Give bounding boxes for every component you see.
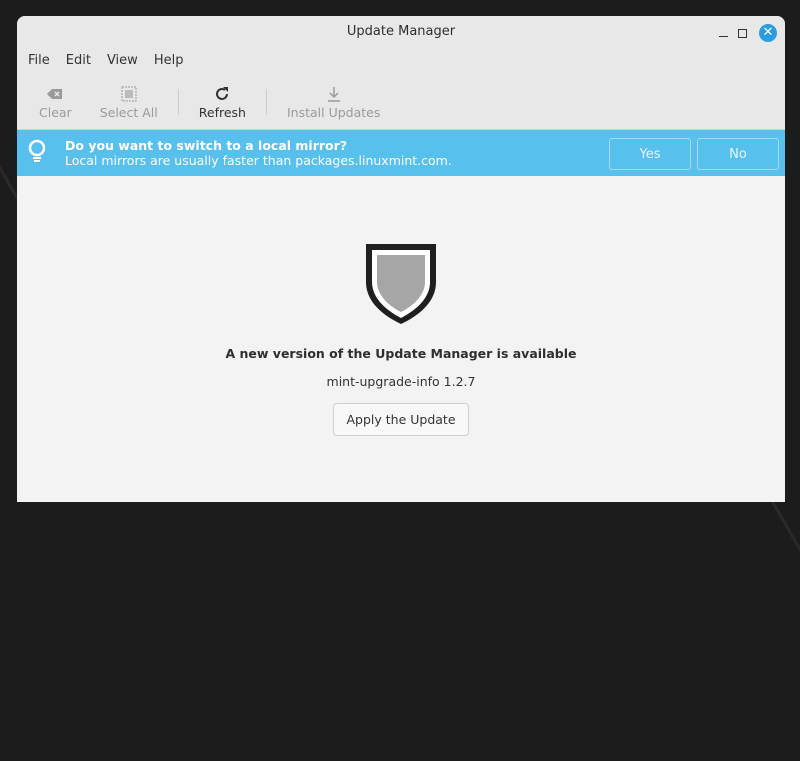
- minimize-button[interactable]: [714, 24, 732, 42]
- menu-help[interactable]: Help: [146, 50, 192, 74]
- update-manager-window: Update Manager ✕ File Edit View Help Cle…: [17, 16, 785, 502]
- close-icon: ✕: [762, 25, 774, 40]
- infobar-title: Do you want to switch to a local mirror?: [65, 138, 348, 153]
- maximize-icon: [737, 28, 747, 38]
- refresh-label: Refresh: [198, 105, 246, 120]
- menu-file[interactable]: File: [20, 50, 58, 74]
- clear-icon: [47, 83, 63, 105]
- menu-edit[interactable]: Edit: [58, 50, 99, 74]
- clear-button[interactable]: Clear: [25, 83, 86, 120]
- install-updates-button[interactable]: Install Updates: [273, 83, 394, 120]
- no-button[interactable]: No: [697, 138, 779, 170]
- shield-icon: [17, 242, 785, 330]
- select-all-icon: [121, 83, 137, 105]
- download-icon: [327, 83, 341, 105]
- toolbar-separator: [177, 88, 179, 115]
- menu-view[interactable]: View: [99, 50, 146, 74]
- update-available-panel: A new version of the Update Manager is a…: [17, 176, 785, 436]
- refresh-button[interactable]: Refresh: [185, 83, 260, 120]
- minimize-icon: [718, 35, 728, 37]
- lightbulb-icon: [27, 139, 47, 167]
- toolbar: Clear Select All Refresh Install Updates: [17, 74, 785, 130]
- infobar-subtitle: Local mirrors are usually faster than pa…: [65, 153, 452, 168]
- close-button[interactable]: ✕: [759, 24, 777, 42]
- package-version: mint-upgrade-info 1.2.7: [326, 374, 476, 389]
- select-all-label: Select All: [99, 105, 158, 120]
- select-all-button[interactable]: Select All: [86, 83, 172, 120]
- mirror-infobar: Do you want to switch to a local mirror?…: [17, 130, 785, 176]
- title-bar[interactable]: Update Manager ✕: [17, 16, 785, 50]
- yes-button[interactable]: Yes: [609, 138, 691, 170]
- window-title: Update Manager: [346, 24, 456, 39]
- menu-bar: File Edit View Help: [17, 50, 785, 74]
- maximize-button[interactable]: [733, 24, 751, 42]
- refresh-icon: [214, 83, 230, 105]
- update-heading: A new version of the Update Manager is a…: [225, 346, 577, 361]
- clear-label: Clear: [39, 105, 72, 120]
- toolbar-separator: [265, 88, 267, 115]
- apply-update-button[interactable]: Apply the Update: [333, 403, 469, 436]
- install-updates-label: Install Updates: [286, 105, 381, 120]
